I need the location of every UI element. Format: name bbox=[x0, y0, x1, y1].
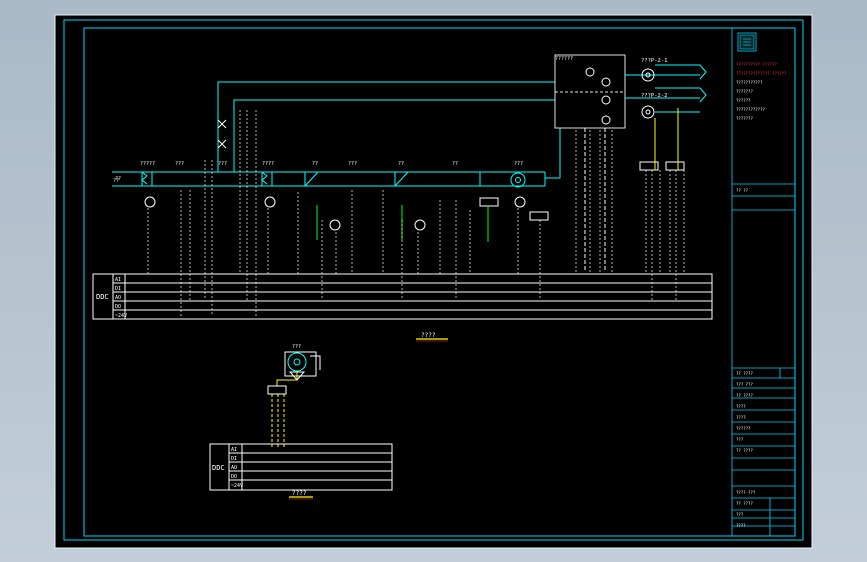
ddc-small-row-label: AO bbox=[231, 465, 237, 471]
component-label: ??? bbox=[218, 161, 227, 167]
component-label: ??? bbox=[348, 161, 357, 167]
title-header-line: ?????????????? ?????? bbox=[736, 71, 787, 76]
component-label: ?? bbox=[312, 161, 318, 167]
title-header-line: ??????? bbox=[736, 116, 753, 121]
title-table-row: ?? ???? bbox=[736, 393, 753, 398]
title-bottom-label: ???? bbox=[736, 523, 746, 528]
title-revision-label: ?? ?? bbox=[736, 188, 749, 193]
ddc-main-row-label: DO bbox=[115, 304, 121, 310]
component-label: ?? bbox=[398, 161, 404, 167]
title-header-line: ??????? bbox=[736, 89, 753, 94]
ddc-main-label: DDC bbox=[96, 293, 109, 301]
component-label: ???? bbox=[262, 161, 274, 167]
title-table-row: ???? bbox=[736, 404, 746, 409]
caption-small-diagram: ???? bbox=[292, 490, 307, 497]
ddc-main-row-label: AI bbox=[115, 277, 121, 283]
title-header-line: ?????????? ?????? bbox=[736, 62, 778, 67]
title-table-row: ???? bbox=[736, 415, 746, 420]
title-header-line: ??????????? bbox=[736, 80, 763, 85]
title-header-line: ?????? bbox=[736, 98, 751, 103]
caption-main-diagram: ???? bbox=[421, 332, 436, 339]
branch-label-2: ???P-2-2 bbox=[641, 93, 668, 99]
cad-viewport: ?????????? ???????????????????? ????????… bbox=[0, 0, 867, 562]
ddc-main-row-label: ~24V bbox=[115, 313, 127, 319]
component-label: ?????? bbox=[555, 56, 573, 62]
title-table-row: ?????? bbox=[736, 426, 751, 431]
title-table-row: ??? ??? bbox=[736, 382, 753, 387]
drawing-sheet bbox=[54, 14, 813, 549]
component-label: ?? bbox=[452, 161, 458, 167]
title-header-line: ???????????? bbox=[736, 107, 765, 112]
branch-label-1: ???P-2-1 bbox=[641, 58, 668, 64]
title-bottom-label: ????-??? bbox=[736, 490, 756, 495]
title-bottom-label: ?? ???? bbox=[736, 501, 753, 506]
ddc-small-label: DDC bbox=[212, 464, 225, 472]
title-table-row: ?? ???? bbox=[736, 371, 753, 376]
ddc-main-row-label: DI bbox=[115, 286, 121, 292]
ddc-small-row-label: DI bbox=[231, 456, 237, 462]
ddc-small-row-label: ~24V bbox=[231, 483, 243, 489]
fan-small-label: ??? bbox=[292, 344, 301, 350]
title-logo-icon bbox=[739, 34, 755, 50]
component-label: ?? bbox=[115, 176, 121, 182]
hvac-control-schematic: ?????????? ???????????????????? ????????… bbox=[54, 14, 813, 549]
component-label: ????? bbox=[140, 161, 155, 167]
ddc-small-row-label: AI bbox=[231, 447, 237, 453]
component-label: ??? bbox=[514, 161, 523, 167]
component-label: ??? bbox=[175, 161, 184, 167]
title-bottom-label: ??? bbox=[736, 512, 744, 517]
ddc-small-row-label: DO bbox=[231, 474, 237, 480]
ddc-main-row-label: AO bbox=[115, 295, 121, 301]
title-table-row: ?? ???? bbox=[736, 448, 753, 453]
title-table-row: ??? bbox=[736, 437, 744, 442]
